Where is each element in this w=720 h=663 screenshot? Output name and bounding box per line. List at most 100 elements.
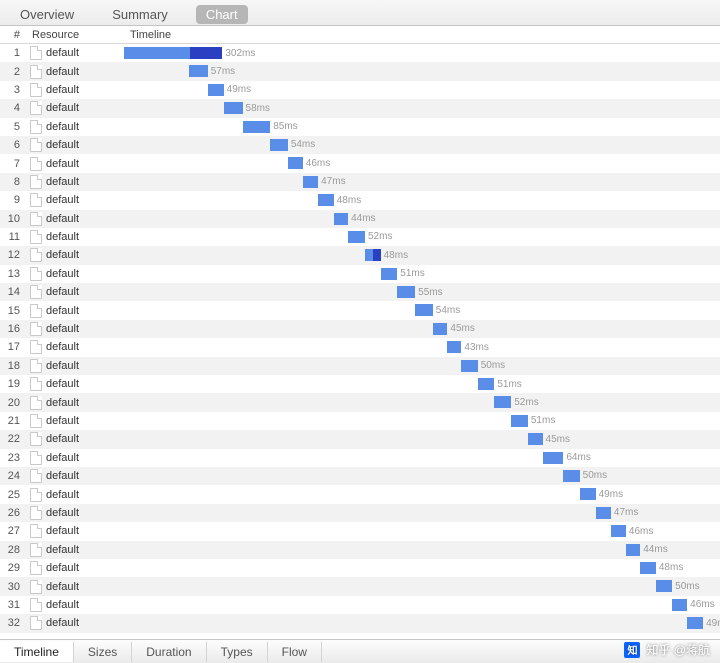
table-row[interactable]: 20default52ms (0, 393, 720, 411)
duration-label: 64ms (566, 452, 590, 463)
table-row[interactable]: 14default55ms (0, 283, 720, 301)
table-row[interactable]: 26default47ms (0, 504, 720, 522)
top-tab-bar: Overview Summary Chart (0, 0, 720, 26)
table-row[interactable]: 27default46ms (0, 522, 720, 540)
row-timeline: 49ms (124, 614, 720, 632)
timing-bar (243, 121, 271, 133)
file-icon (30, 396, 42, 410)
col-header-number[interactable]: # (0, 29, 26, 41)
row-number: 4 (0, 102, 26, 114)
table-row[interactable]: 9default48ms (0, 191, 720, 209)
file-icon (30, 120, 42, 134)
file-icon (30, 359, 42, 373)
file-icon (30, 561, 42, 575)
file-icon (30, 616, 42, 630)
timing-bar (543, 452, 564, 464)
file-icon (30, 285, 42, 299)
table-row[interactable]: 17default43ms (0, 338, 720, 356)
duration-label: 45ms (450, 323, 474, 334)
row-number: 19 (0, 378, 26, 390)
row-number: 24 (0, 470, 26, 482)
row-number: 11 (0, 231, 26, 243)
row-timeline: 54ms (124, 136, 720, 154)
column-headers: # Resource Timeline (0, 26, 720, 44)
row-number: 26 (0, 507, 26, 519)
row-timeline: 49ms (124, 81, 720, 99)
row-resource: default (26, 340, 124, 354)
table-row[interactable]: 16default45ms (0, 320, 720, 338)
col-header-timeline[interactable]: Timeline (124, 29, 720, 41)
table-row[interactable]: 23default64ms (0, 449, 720, 467)
table-row[interactable]: 24default50ms (0, 467, 720, 485)
resource-label: default (46, 139, 79, 151)
duration-label: 43ms (464, 342, 488, 353)
table-row[interactable]: 11default52ms (0, 228, 720, 246)
table-row[interactable]: 7default46ms (0, 154, 720, 172)
row-timeline: 48ms (124, 191, 720, 209)
file-icon (30, 506, 42, 520)
bottom-tab-bar: Timeline Sizes Duration Types Flow (0, 639, 720, 663)
bottom-tab-sizes[interactable]: Sizes (74, 642, 132, 662)
table-row[interactable]: 6default54ms (0, 136, 720, 154)
timing-bar (672, 599, 687, 611)
bottom-tab-duration[interactable]: Duration (132, 642, 206, 662)
duration-label: 48ms (384, 250, 408, 261)
table-row[interactable]: 4default58ms (0, 99, 720, 117)
file-icon (30, 248, 42, 262)
col-header-resource[interactable]: Resource (26, 29, 124, 41)
timing-bar (397, 286, 415, 298)
table-row[interactable]: 5default85ms (0, 118, 720, 136)
table-row[interactable]: 3default49ms (0, 81, 720, 99)
file-icon (30, 138, 42, 152)
table-row[interactable]: 18default50ms (0, 357, 720, 375)
row-resource: default (26, 285, 124, 299)
duration-label: 50ms (675, 581, 699, 592)
table-row[interactable]: 13default51ms (0, 265, 720, 283)
bottom-tab-timeline[interactable]: Timeline (0, 642, 74, 662)
row-number: 10 (0, 213, 26, 225)
table-row[interactable]: 2default57ms (0, 62, 720, 80)
table-row[interactable]: 21default51ms (0, 412, 720, 430)
table-row[interactable]: 12default48ms (0, 246, 720, 264)
timing-bar (447, 341, 461, 353)
row-timeline: 58ms (124, 99, 720, 117)
table-row[interactable]: 22default45ms (0, 430, 720, 448)
table-row[interactable]: 10default44ms (0, 210, 720, 228)
timing-bar (381, 268, 398, 280)
table-row[interactable]: 32default49ms (0, 614, 720, 632)
table-row[interactable]: 28default44ms (0, 541, 720, 559)
table-row[interactable]: 30default50ms (0, 577, 720, 595)
table-row[interactable]: 15default54ms (0, 301, 720, 319)
row-number: 25 (0, 489, 26, 501)
timing-bar (611, 525, 626, 537)
tab-summary[interactable]: Summary (102, 5, 178, 24)
row-timeline: 50ms (124, 467, 720, 485)
bottom-tab-types[interactable]: Types (207, 642, 268, 662)
file-icon (30, 157, 42, 171)
table-row[interactable]: 31default46ms (0, 596, 720, 614)
row-resource: default (26, 138, 124, 152)
row-resource: default (26, 580, 124, 594)
row-resource: default (26, 524, 124, 538)
file-icon (30, 432, 42, 446)
timing-bar (478, 378, 495, 390)
timing-bar (511, 415, 528, 427)
file-icon (30, 230, 42, 244)
resource-label: default (46, 305, 79, 317)
row-number: 20 (0, 397, 26, 409)
bottom-tab-flow[interactable]: Flow (268, 642, 322, 662)
table-row[interactable]: 8default47ms (0, 173, 720, 191)
row-number: 22 (0, 433, 26, 445)
resource-label: default (46, 194, 79, 206)
table-row[interactable]: 29default48ms (0, 559, 720, 577)
table-row[interactable]: 19default51ms (0, 375, 720, 393)
file-icon (30, 304, 42, 318)
row-timeline: 51ms (124, 375, 720, 393)
tab-chart[interactable]: Chart (196, 5, 248, 24)
table-row[interactable]: 25default49ms (0, 485, 720, 503)
row-resource: default (26, 304, 124, 318)
resource-label: default (46, 433, 79, 445)
table-row[interactable]: 1default302ms (0, 44, 720, 62)
tab-overview[interactable]: Overview (10, 5, 84, 24)
timing-bar (224, 102, 243, 114)
